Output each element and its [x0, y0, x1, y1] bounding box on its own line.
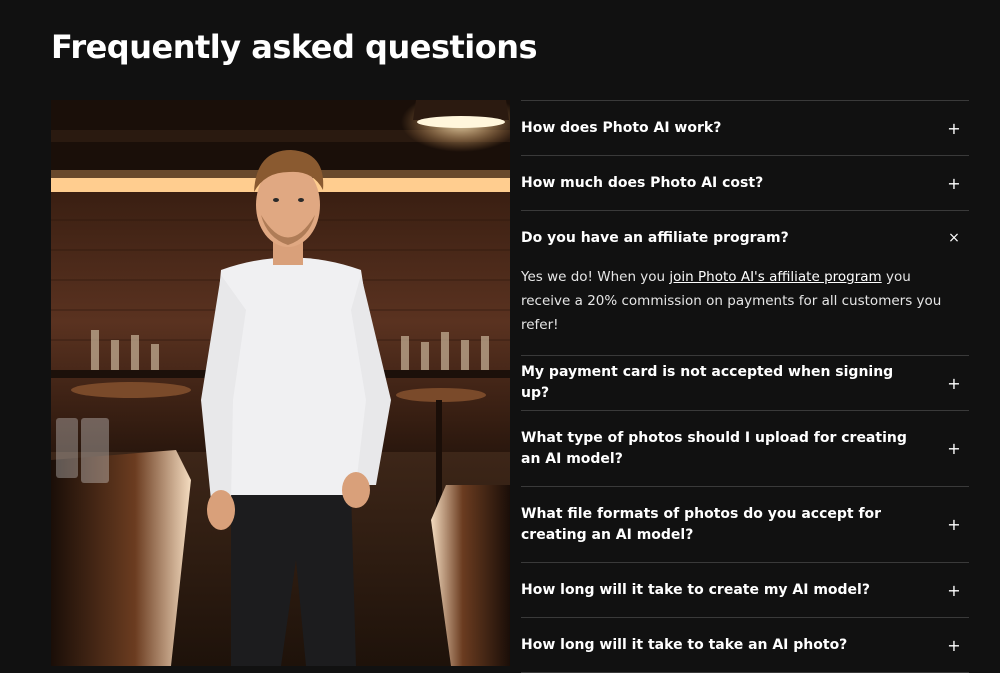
plus-icon[interactable]: +: [945, 515, 963, 534]
faq-question-row[interactable]: How long will it take to take an AI phot…: [521, 618, 969, 672]
close-icon[interactable]: ×: [945, 230, 963, 246]
faq-question: My payment card is not accepted when sig…: [521, 364, 894, 401]
faq-question: How long will it take to take an AI phot…: [521, 636, 848, 653]
faq-question-row[interactable]: What file formats of photos do you accep…: [521, 487, 969, 562]
affiliate-program-link[interactable]: join Photo AI's affiliate program: [669, 269, 881, 285]
faq-item[interactable]: How long will it take to take an AI phot…: [521, 617, 969, 673]
plus-icon[interactable]: +: [945, 119, 963, 138]
faq-question: What type of photos should I upload for …: [521, 429, 907, 467]
plus-icon[interactable]: +: [945, 174, 963, 193]
faq-item[interactable]: My payment card is not accepted when sig…: [521, 355, 969, 410]
plus-icon[interactable]: +: [945, 439, 963, 458]
faq-item[interactable]: How long will it take to create my AI mo…: [521, 562, 969, 617]
faq-question-row[interactable]: What type of photos should I upload for …: [521, 411, 969, 486]
plus-icon[interactable]: +: [945, 581, 963, 600]
faq-answer: Yes we do! When you join Photo AI's affi…: [521, 265, 969, 355]
faq-item-expanded[interactable]: Do you have an affiliate program? × Yes …: [521, 210, 969, 355]
faq-question-row[interactable]: How long will it take to create my AI mo…: [521, 563, 969, 617]
faq-question: How long will it take to create my AI mo…: [521, 581, 870, 598]
faq-question: What file formats of photos do you accep…: [521, 505, 882, 543]
faq-question-row[interactable]: How does Photo AI work? +: [521, 101, 969, 155]
faq-item[interactable]: How much does Photo AI cost? +: [521, 155, 969, 210]
hero-photo: [51, 100, 510, 666]
faq-question: How does Photo AI work?: [521, 119, 722, 136]
page-title: Frequently asked questions: [51, 28, 538, 66]
faq-question: Do you have an affiliate program?: [521, 229, 789, 246]
faq-question-row[interactable]: How much does Photo AI cost? +: [521, 156, 969, 210]
faq-item[interactable]: What type of photos should I upload for …: [521, 410, 969, 486]
faq-item[interactable]: What file formats of photos do you accep…: [521, 486, 969, 562]
faq-list: How does Photo AI work? + How much does …: [521, 100, 969, 673]
faq-item[interactable]: How does Photo AI work? +: [521, 100, 969, 155]
faq-question-row[interactable]: My payment card is not accepted when sig…: [521, 356, 969, 410]
plus-icon[interactable]: +: [945, 636, 963, 655]
faq-question: How much does Photo AI cost?: [521, 174, 764, 191]
plus-icon[interactable]: +: [945, 374, 963, 393]
faq-question-row[interactable]: Do you have an affiliate program? ×: [521, 211, 969, 265]
faq-answer-text: Yes we do! When you: [521, 269, 670, 285]
